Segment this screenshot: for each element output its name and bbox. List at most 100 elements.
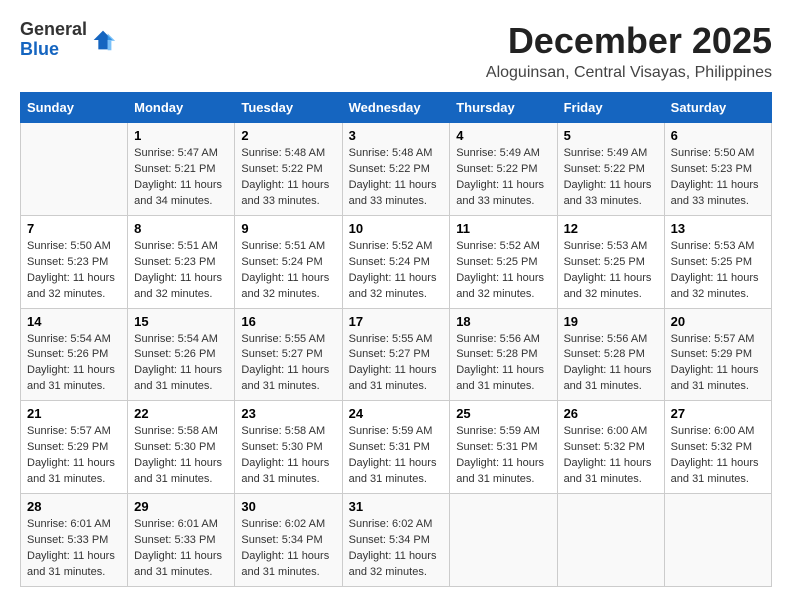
page-container: General Blue December 2025 Aloguinsan, C…	[20, 20, 772, 587]
subtitle: Aloguinsan, Central Visayas, Philippines	[486, 64, 772, 82]
calendar-cell: 23 Sunrise: 5:58 AM Sunset: 5:30 PM Dayli…	[235, 401, 342, 494]
day-number: 4	[456, 128, 550, 143]
calendar-cell: 3 Sunrise: 5:48 AM Sunset: 5:22 PM Daylig…	[342, 123, 450, 216]
day-number: 18	[456, 314, 550, 329]
day-number: 7	[27, 221, 121, 236]
calendar-cell: 7 Sunrise: 5:50 AM Sunset: 5:23 PM Daylig…	[21, 215, 128, 308]
calendar-cell: 6 Sunrise: 5:50 AM Sunset: 5:23 PM Daylig…	[664, 123, 771, 216]
calendar-cell: 29 Sunrise: 6:01 AM Sunset: 5:33 PM Dayli…	[128, 494, 235, 587]
calendar-cell: 27Sunrise: 6:00 AM Sunset: 5:32 PM Dayli…	[664, 401, 771, 494]
calendar-week-2: 7 Sunrise: 5:50 AM Sunset: 5:23 PM Daylig…	[21, 215, 772, 308]
calendar-cell: 18 Sunrise: 5:56 AM Sunset: 5:28 PM Dayli…	[450, 308, 557, 401]
day-number: 30	[241, 499, 335, 514]
calendar-header-friday: Friday	[557, 93, 664, 123]
day-info: Sunrise: 5:55 AM Sunset: 5:27 PM Dayligh…	[241, 332, 335, 396]
day-info: Sunrise: 5:51 AM Sunset: 5:24 PM Dayligh…	[241, 239, 335, 303]
logo-general: General	[20, 19, 87, 39]
day-number: 9	[241, 221, 335, 236]
calendar-header-monday: Monday	[128, 93, 235, 123]
logo-text: General Blue	[20, 20, 87, 60]
day-number: 3	[349, 128, 444, 143]
calendar-header-thursday: Thursday	[450, 93, 557, 123]
day-info: Sunrise: 5:52 AM Sunset: 5:25 PM Dayligh…	[456, 239, 550, 303]
day-info: Sunrise: 5:54 AM Sunset: 5:26 PM Dayligh…	[134, 332, 228, 396]
calendar-week-4: 21Sunrise: 5:57 AM Sunset: 5:29 PM Dayli…	[21, 401, 772, 494]
day-info: Sunrise: 5:51 AM Sunset: 5:23 PM Dayligh…	[134, 239, 228, 303]
day-number: 29	[134, 499, 228, 514]
calendar-cell: 19 Sunrise: 5:56 AM Sunset: 5:28 PM Dayli…	[557, 308, 664, 401]
calendar-header-saturday: Saturday	[664, 93, 771, 123]
calendar-table: SundayMondayTuesdayWednesdayThursdayFrid…	[20, 92, 772, 587]
day-info: Sunrise: 5:57 AM Sunset: 5:29 PM Dayligh…	[671, 332, 765, 396]
day-number: 15	[134, 314, 228, 329]
day-info: Sunrise: 5:58 AM Sunset: 5:30 PM Dayligh…	[241, 424, 335, 488]
day-info: Sunrise: 5:56 AM Sunset: 5:28 PM Dayligh…	[456, 332, 550, 396]
calendar-header-tuesday: Tuesday	[235, 93, 342, 123]
day-info: Sunrise: 5:52 AM Sunset: 5:24 PM Dayligh…	[349, 239, 444, 303]
day-number: 23	[241, 406, 335, 421]
day-info: Sunrise: 5:50 AM Sunset: 5:23 PM Dayligh…	[27, 239, 121, 303]
calendar-cell: 9 Sunrise: 5:51 AM Sunset: 5:24 PM Daylig…	[235, 215, 342, 308]
day-number: 11	[456, 221, 550, 236]
day-number: 22	[134, 406, 228, 421]
calendar-cell: 21Sunrise: 5:57 AM Sunset: 5:29 PM Dayli…	[21, 401, 128, 494]
calendar-week-5: 28 Sunrise: 6:01 AM Sunset: 5:33 PM Dayli…	[21, 494, 772, 587]
calendar-cell	[664, 494, 771, 587]
calendar-cell: 14Sunrise: 5:54 AM Sunset: 5:26 PM Dayli…	[21, 308, 128, 401]
calendar-cell: 4 Sunrise: 5:49 AM Sunset: 5:22 PM Daylig…	[450, 123, 557, 216]
calendar-cell: 28Sunrise: 6:01 AM Sunset: 5:33 PM Dayli…	[21, 494, 128, 587]
calendar-cell: 10 Sunrise: 5:52 AM Sunset: 5:24 PM Dayli…	[342, 215, 450, 308]
day-info: Sunrise: 5:56 AM Sunset: 5:28 PM Dayligh…	[564, 332, 658, 396]
header: General Blue December 2025 Aloguinsan, C…	[20, 20, 772, 82]
day-number: 17	[349, 314, 444, 329]
day-info: Sunrise: 5:50 AM Sunset: 5:23 PM Dayligh…	[671, 146, 765, 210]
day-info: Sunrise: 5:55 AM Sunset: 5:27 PM Dayligh…	[349, 332, 444, 396]
day-number: 25	[456, 406, 550, 421]
day-number: 2	[241, 128, 335, 143]
day-number: 21	[27, 406, 121, 421]
calendar-cell: 16 Sunrise: 5:55 AM Sunset: 5:27 PM Dayli…	[235, 308, 342, 401]
day-number: 1	[134, 128, 228, 143]
day-info: Sunrise: 5:48 AM Sunset: 5:22 PM Dayligh…	[349, 146, 444, 210]
calendar-cell: 13Sunrise: 5:53 AM Sunset: 5:25 PM Dayli…	[664, 215, 771, 308]
day-number: 27	[671, 406, 765, 421]
calendar-header-row: SundayMondayTuesdayWednesdayThursdayFrid…	[21, 93, 772, 123]
calendar-header-wednesday: Wednesday	[342, 93, 450, 123]
logo-blue: Blue	[20, 39, 59, 59]
day-info: Sunrise: 6:01 AM Sunset: 5:33 PM Dayligh…	[134, 517, 228, 581]
calendar-cell: 8Sunrise: 5:51 AM Sunset: 5:23 PM Daylig…	[128, 215, 235, 308]
day-info: Sunrise: 5:47 AM Sunset: 5:21 PM Dayligh…	[134, 146, 228, 210]
day-info: Sunrise: 5:49 AM Sunset: 5:22 PM Dayligh…	[456, 146, 550, 210]
day-number: 16	[241, 314, 335, 329]
day-number: 12	[564, 221, 658, 236]
day-number: 10	[349, 221, 444, 236]
day-info: Sunrise: 5:49 AM Sunset: 5:22 PM Dayligh…	[564, 146, 658, 210]
calendar-cell: 15 Sunrise: 5:54 AM Sunset: 5:26 PM Dayli…	[128, 308, 235, 401]
logo-icon	[89, 26, 117, 54]
day-number: 5	[564, 128, 658, 143]
day-info: Sunrise: 6:02 AM Sunset: 5:34 PM Dayligh…	[241, 517, 335, 581]
calendar-cell: 30 Sunrise: 6:02 AM Sunset: 5:34 PM Dayli…	[235, 494, 342, 587]
calendar-cell: 25 Sunrise: 5:59 AM Sunset: 5:31 PM Dayli…	[450, 401, 557, 494]
day-info: Sunrise: 5:48 AM Sunset: 5:22 PM Dayligh…	[241, 146, 335, 210]
day-number: 19	[564, 314, 658, 329]
day-info: Sunrise: 5:53 AM Sunset: 5:25 PM Dayligh…	[671, 239, 765, 303]
calendar-cell: 17 Sunrise: 5:55 AM Sunset: 5:27 PM Dayli…	[342, 308, 450, 401]
title-area: December 2025 Aloguinsan, Central Visaya…	[486, 20, 772, 82]
calendar-cell: 5 Sunrise: 5:49 AM Sunset: 5:22 PM Daylig…	[557, 123, 664, 216]
calendar-cell: 11 Sunrise: 5:52 AM Sunset: 5:25 PM Dayli…	[450, 215, 557, 308]
day-number: 20	[671, 314, 765, 329]
day-number: 26	[564, 406, 658, 421]
calendar-header-sunday: Sunday	[21, 93, 128, 123]
day-info: Sunrise: 5:53 AM Sunset: 5:25 PM Dayligh…	[564, 239, 658, 303]
calendar-cell: 12 Sunrise: 5:53 AM Sunset: 5:25 PM Dayli…	[557, 215, 664, 308]
calendar-cell	[450, 494, 557, 587]
calendar-cell: 2 Sunrise: 5:48 AM Sunset: 5:22 PM Daylig…	[235, 123, 342, 216]
day-info: Sunrise: 5:54 AM Sunset: 5:26 PM Dayligh…	[27, 332, 121, 396]
logo: General Blue	[20, 20, 117, 60]
day-number: 6	[671, 128, 765, 143]
day-number: 28	[27, 499, 121, 514]
calendar-cell: 31Sunrise: 6:02 AM Sunset: 5:34 PM Dayli…	[342, 494, 450, 587]
day-info: Sunrise: 6:00 AM Sunset: 5:32 PM Dayligh…	[564, 424, 658, 488]
day-info: Sunrise: 5:59 AM Sunset: 5:31 PM Dayligh…	[456, 424, 550, 488]
